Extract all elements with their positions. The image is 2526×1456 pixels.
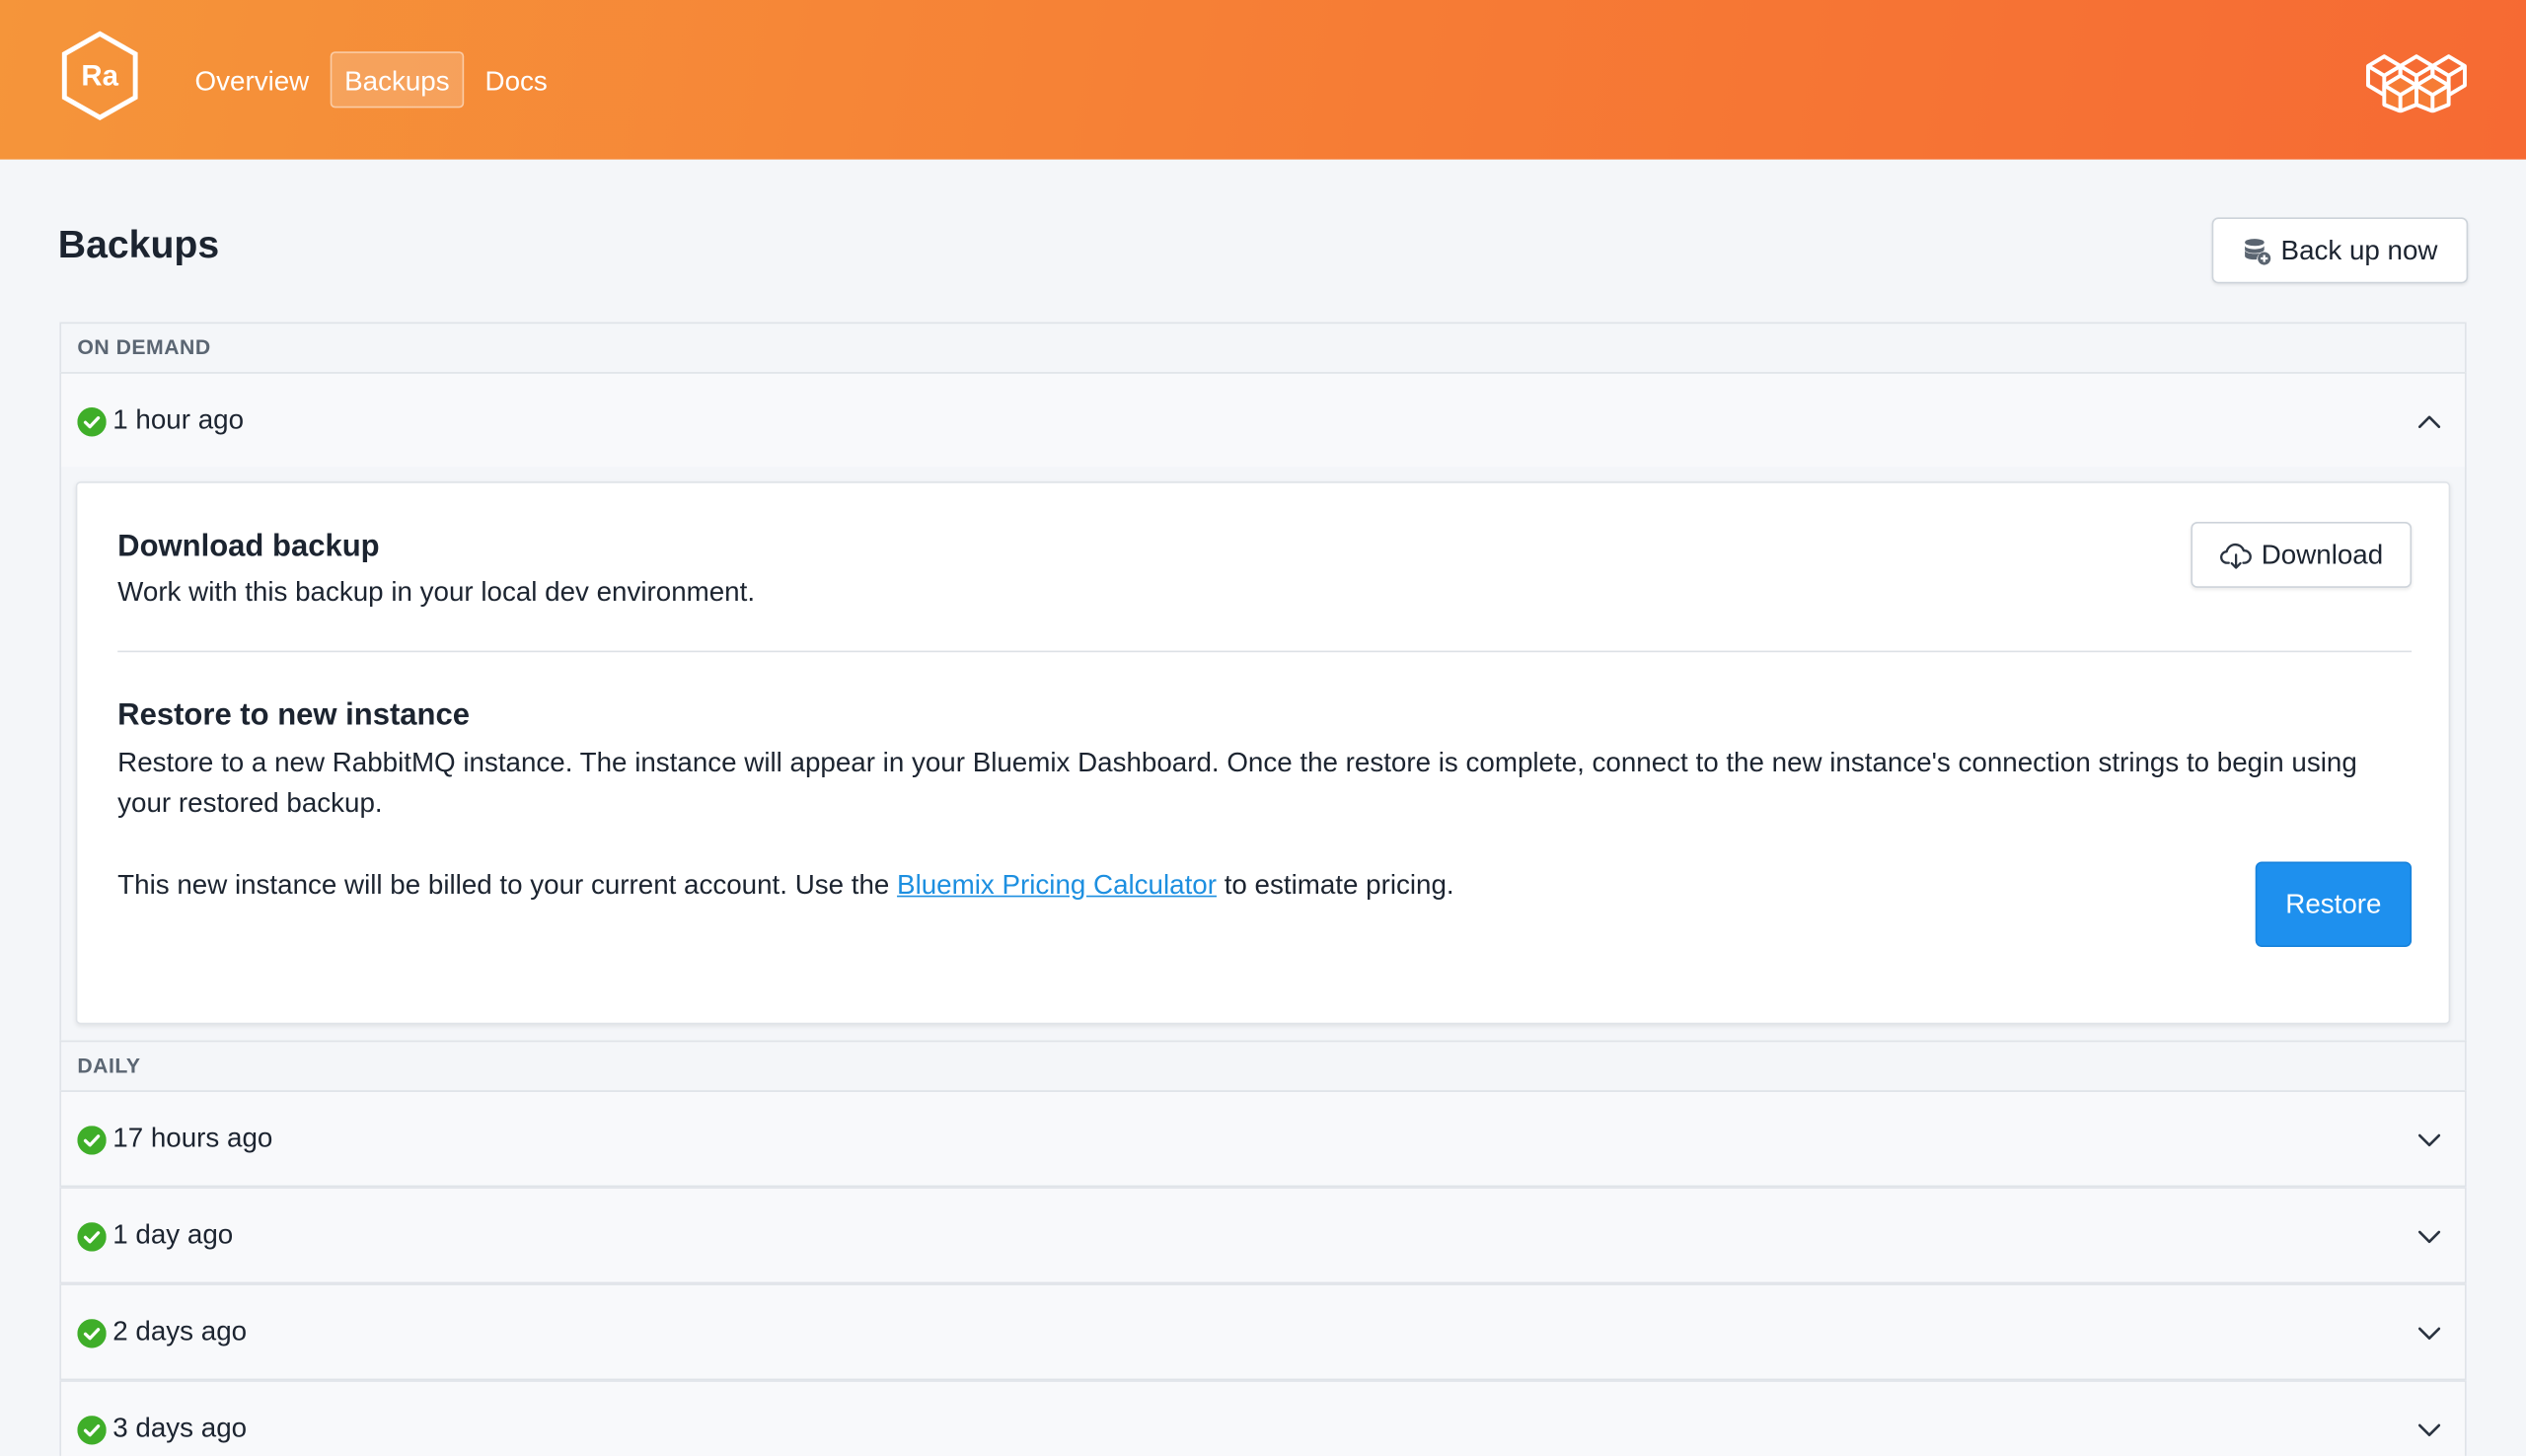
back-up-now-label: Back up now — [2280, 234, 2438, 265]
backup-row-17-hours-ago[interactable]: 17 hours ago — [59, 1090, 2467, 1188]
check-circle-icon — [77, 1319, 107, 1348]
check-circle-icon — [77, 1222, 107, 1252]
billing-note: This new instance will be billed to your… — [117, 865, 1453, 906]
main-nav: Overview Backups Docs — [181, 51, 562, 109]
backup-time-label: 1 hour ago — [112, 403, 245, 435]
nav-overview[interactable]: Overview — [181, 51, 324, 108]
backup-row-1-day-ago[interactable]: 1 day ago — [59, 1187, 2467, 1284]
restore-description: Restore to a new RabbitMQ instance. The … — [117, 747, 2357, 819]
chevron-down-icon[interactable] — [2416, 1128, 2442, 1153]
logo-text: Ra — [81, 59, 119, 93]
check-circle-icon — [77, 407, 107, 437]
back-up-now-button[interactable]: Back up now — [2211, 217, 2469, 284]
download-button-label: Download — [2261, 539, 2384, 570]
billing-suffix: to estimate pricing. — [1216, 869, 1454, 901]
download-backup-title: Download backup — [117, 530, 380, 564]
rabbitmq-logo[interactable]: Ra — [58, 29, 142, 122]
check-circle-icon — [77, 1126, 107, 1155]
restore-title: Restore to new instance — [117, 698, 471, 733]
backup-time-label: 3 days ago — [112, 1412, 248, 1443]
daily-label: DAILY — [77, 1053, 141, 1078]
backup-time-label: 1 day ago — [112, 1218, 234, 1250]
page-title: Backups — [57, 223, 220, 268]
restore-button[interactable]: Restore — [2255, 861, 2413, 948]
chevron-down-icon[interactable] — [2416, 1418, 2442, 1443]
chevron-down-icon[interactable] — [2416, 1321, 2442, 1347]
nav-backups[interactable]: Backups — [330, 51, 465, 109]
download-button[interactable]: Download — [2191, 521, 2413, 588]
backup-row-3-days-ago[interactable]: 3 days ago — [59, 1380, 2467, 1456]
section-divider — [117, 650, 2413, 653]
check-circle-icon — [77, 1416, 107, 1445]
chevron-down-icon[interactable] — [2416, 1224, 2442, 1250]
download-backup-description: Work with this backup in your local dev … — [117, 576, 756, 608]
backup-time-label: 17 hours ago — [112, 1122, 273, 1153]
pricing-calculator-link[interactable]: Bluemix Pricing Calculator — [897, 870, 1217, 901]
daily-header — [59, 1040, 2467, 1092]
on-demand-label: ON DEMAND — [77, 334, 211, 360]
chevron-up-icon[interactable] — [2416, 409, 2442, 435]
backup-row-2-days-ago[interactable]: 2 days ago — [59, 1283, 2467, 1381]
cloud-download-icon — [2219, 543, 2252, 568]
on-demand-header — [59, 322, 2467, 374]
backup-detail-card: Download backup Work with this backup in… — [75, 481, 2451, 1025]
billing-prefix: This new instance will be billed to your… — [117, 869, 898, 901]
cubes-icon[interactable] — [2361, 48, 2471, 113]
nav-docs[interactable]: Docs — [471, 51, 562, 108]
backup-row-1-hour-ago[interactable]: 1 hour ago — [59, 372, 2467, 470]
backups-page: Ra Overview Backups Docs Backups Back up… — [0, 0, 2526, 1456]
backup-time-label: 2 days ago — [112, 1315, 248, 1347]
top-header: Ra Overview Backups Docs — [0, 0, 2526, 160]
database-add-icon — [2244, 238, 2270, 264]
